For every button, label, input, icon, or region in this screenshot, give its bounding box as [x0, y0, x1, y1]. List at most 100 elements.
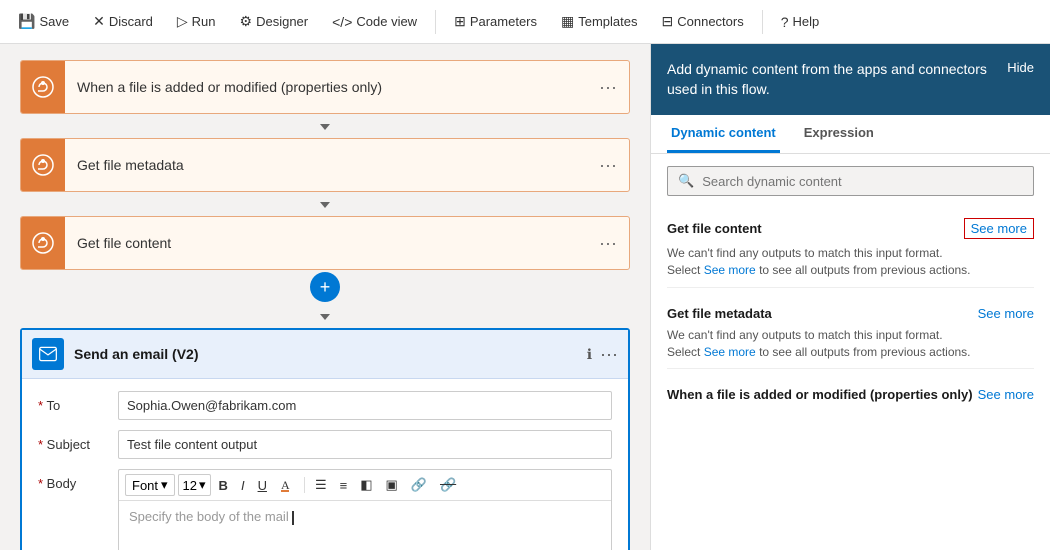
- panel-content: Get file content See more We can't find …: [651, 208, 1050, 550]
- email-info-button[interactable]: ℹ: [587, 346, 592, 363]
- section-title-get-file-content: Get file content: [667, 221, 762, 236]
- divider2: [667, 368, 1034, 369]
- bold-button[interactable]: B: [214, 476, 233, 495]
- section-title-get-file-metadata: Get file metadata: [667, 306, 772, 321]
- run-button[interactable]: ▷ Run: [167, 7, 226, 36]
- step3-title: Get file content: [65, 227, 587, 259]
- codeview-icon: </>: [332, 14, 352, 30]
- step1-icon: [21, 61, 65, 113]
- body-placeholder: Specify the body of the mail: [129, 509, 289, 524]
- flow-step-2[interactable]: Get file metadata ···: [20, 138, 630, 192]
- help-icon: ?: [781, 14, 789, 30]
- step3-menu[interactable]: ···: [587, 225, 629, 262]
- sharepoint-icon: [31, 75, 55, 99]
- panel-tabs: Dynamic content Expression: [651, 115, 1050, 154]
- email-step-icon: [32, 338, 64, 370]
- separator: [435, 10, 436, 34]
- section-title-when-file-added: When a file is added or modified (proper…: [667, 387, 973, 402]
- text-cursor: [292, 511, 294, 525]
- email-step: Send an email (V2) ℹ ··· * To * S: [20, 328, 630, 550]
- add-step-button[interactable]: +: [310, 272, 340, 302]
- italic-button[interactable]: I: [236, 476, 250, 495]
- text-color-icon: A: [280, 478, 294, 492]
- align-center-button[interactable]: ▣: [381, 475, 403, 495]
- align-left-button[interactable]: ◧: [355, 475, 377, 495]
- underline-button[interactable]: U: [253, 476, 272, 495]
- connectors-button[interactable]: ⊟ Connectors: [652, 7, 754, 36]
- step1-menu[interactable]: ···: [587, 69, 629, 106]
- right-panel: Add dynamic content from the apps and co…: [650, 44, 1050, 550]
- body-row: * Body Font ▾ 12 ▾ B: [38, 469, 612, 550]
- parameters-button[interactable]: ⊞ Parameters: [444, 7, 547, 36]
- main-layout: When a file is added or modified (proper…: [0, 44, 1050, 550]
- toolbar-sep1: [304, 477, 305, 493]
- see-more-inline-link-2[interactable]: See more: [704, 345, 756, 359]
- step1-title: When a file is added or modified (proper…: [65, 71, 587, 103]
- tab-dynamic-content[interactable]: Dynamic content: [667, 115, 780, 153]
- font-dropdown-icon: ▾: [161, 477, 168, 493]
- panel-header-text: Add dynamic content from the apps and co…: [667, 60, 991, 99]
- outlook-icon: [38, 344, 58, 364]
- step3-icon: [21, 217, 65, 269]
- save-button[interactable]: 💾 Save: [8, 7, 79, 36]
- panel-header: Add dynamic content from the apps and co…: [651, 44, 1050, 115]
- color-button[interactable]: A: [275, 476, 299, 494]
- bullet-list-button[interactable]: ☰: [310, 475, 332, 495]
- size-select[interactable]: 12 ▾: [178, 474, 211, 496]
- arrow3: [20, 304, 630, 328]
- step2-icon: [21, 139, 65, 191]
- step2-menu[interactable]: ···: [587, 147, 629, 184]
- divider1: [667, 287, 1034, 288]
- separator2: [762, 10, 763, 34]
- flow-step-1[interactable]: When a file is added or modified (proper…: [20, 60, 630, 114]
- run-icon: ▷: [177, 13, 188, 30]
- font-select[interactable]: Font ▾: [125, 474, 175, 496]
- numbered-list-button[interactable]: ≡: [335, 476, 353, 495]
- section-header-when-file-added: When a file is added or modified (proper…: [667, 377, 1034, 408]
- see-more-get-file-content-button[interactable]: See more: [964, 218, 1034, 239]
- subject-label: * Subject: [38, 430, 118, 452]
- sharepoint-icon3: [31, 231, 55, 255]
- flow-canvas: When a file is added or modified (proper…: [0, 44, 650, 550]
- section-header-get-file-content: Get file content See more: [667, 208, 1034, 245]
- email-step-actions: ℹ ···: [587, 344, 618, 365]
- body-editor: Font ▾ 12 ▾ B I U A: [118, 469, 612, 550]
- subject-input[interactable]: [118, 430, 612, 459]
- add-step-container: +: [20, 272, 630, 302]
- search-box: 🔍: [667, 166, 1034, 196]
- flow-step-3[interactable]: Get file content ···: [20, 216, 630, 270]
- help-button[interactable]: ? Help: [771, 8, 830, 36]
- body-content-area[interactable]: Specify the body of the mail: [119, 501, 611, 550]
- see-more-when-file-added-button[interactable]: See more: [978, 387, 1034, 402]
- email-menu-button[interactable]: ···: [600, 344, 618, 365]
- templates-button[interactable]: ▦ Templates: [551, 7, 647, 36]
- subject-row: * Subject: [38, 430, 612, 459]
- email-step-title: Send an email (V2): [74, 346, 587, 362]
- tab-expression[interactable]: Expression: [800, 115, 878, 153]
- unlink-button[interactable]: 🔗: [435, 475, 461, 495]
- see-more-inline-link-1[interactable]: See more: [704, 263, 756, 277]
- parameters-icon: ⊞: [454, 13, 466, 30]
- discard-button[interactable]: ✕ Discard: [83, 7, 163, 36]
- designer-icon: ⚙: [240, 13, 253, 30]
- sharepoint-icon2: [31, 153, 55, 177]
- section-desc-get-file-metadata: We can't find any outputs to match this …: [667, 327, 1034, 361]
- to-label: * To: [38, 391, 118, 413]
- email-step-body: * To * Subject * Body: [22, 379, 628, 550]
- body-editor-toolbar: Font ▾ 12 ▾ B I U A: [119, 470, 611, 501]
- body-label: * Body: [38, 469, 118, 491]
- email-step-header: Send an email (V2) ℹ ···: [22, 330, 628, 379]
- step2-title: Get file metadata: [65, 149, 587, 181]
- hide-button[interactable]: Hide: [991, 60, 1034, 75]
- section-header-get-file-metadata: Get file metadata See more: [667, 296, 1034, 327]
- codeview-button[interactable]: </> Code view: [322, 8, 427, 36]
- to-input[interactable]: [118, 391, 612, 420]
- link-button[interactable]: 🔗: [406, 475, 432, 495]
- save-icon: 💾: [18, 13, 35, 30]
- designer-button[interactable]: ⚙ Designer: [230, 7, 319, 36]
- toolbar: 💾 Save ✕ Discard ▷ Run ⚙ Designer </> Co…: [0, 0, 1050, 44]
- see-more-get-file-metadata-button[interactable]: See more: [978, 306, 1034, 321]
- section-desc-get-file-content: We can't find any outputs to match this …: [667, 245, 1034, 279]
- search-input[interactable]: [702, 174, 1023, 189]
- section-when-file-added: When a file is added or modified (proper…: [667, 377, 1034, 408]
